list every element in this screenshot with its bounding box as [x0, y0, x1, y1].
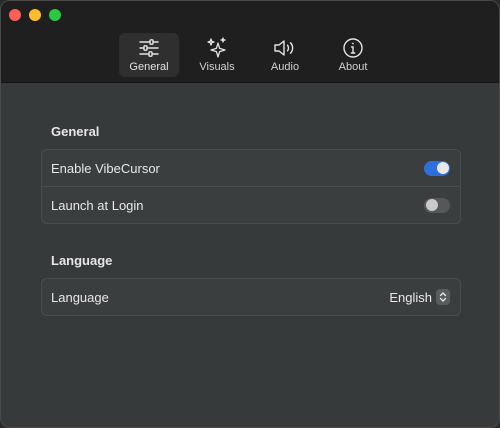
language-row: Language English	[42, 279, 460, 315]
launch-at-login-row: Launch at Login	[42, 186, 460, 223]
close-button[interactable]	[9, 9, 21, 21]
tab-audio[interactable]: Audio	[255, 33, 315, 77]
launch-at-login-toggle[interactable]	[424, 197, 450, 213]
tab-visuals[interactable]: Visuals	[187, 33, 247, 77]
toolbar: General Visuals Audio About	[1, 1, 499, 83]
language-section-title: Language	[51, 253, 113, 268]
tab-about[interactable]: About	[323, 33, 383, 77]
tab-visuals-label: Visuals	[199, 61, 235, 73]
speaker-icon	[273, 37, 297, 59]
language-select[interactable]: English	[389, 289, 450, 305]
toggle-knob	[436, 162, 449, 174]
language-select-value: English	[389, 289, 432, 305]
language-label: Language	[51, 289, 109, 305]
toggle-knob	[425, 199, 438, 211]
general-group: Enable VibeCursor Launch at Login	[41, 149, 461, 224]
tab-general-label: General	[129, 61, 169, 73]
enable-vibecursor-label: Enable VibeCursor	[51, 160, 160, 176]
tab-about-label: About	[338, 61, 368, 73]
language-group: Language English	[41, 278, 461, 316]
tab-audio-label: Audio	[270, 61, 300, 73]
settings-window: General Visuals Audio About General Enab…	[0, 0, 500, 428]
general-section-title: General	[51, 124, 100, 139]
minimize-button[interactable]	[29, 9, 41, 21]
chevron-up-down-icon	[436, 289, 450, 305]
launch-at-login-label: Launch at Login	[51, 197, 144, 213]
enable-vibecursor-row: Enable VibeCursor	[42, 150, 460, 186]
enable-vibecursor-toggle[interactable]	[424, 160, 450, 176]
info-circle-icon	[341, 37, 365, 59]
zoom-button[interactable]	[49, 9, 61, 21]
tab-general[interactable]: General	[119, 33, 179, 77]
sparkles-icon	[205, 37, 229, 59]
sliders-icon	[137, 37, 161, 59]
